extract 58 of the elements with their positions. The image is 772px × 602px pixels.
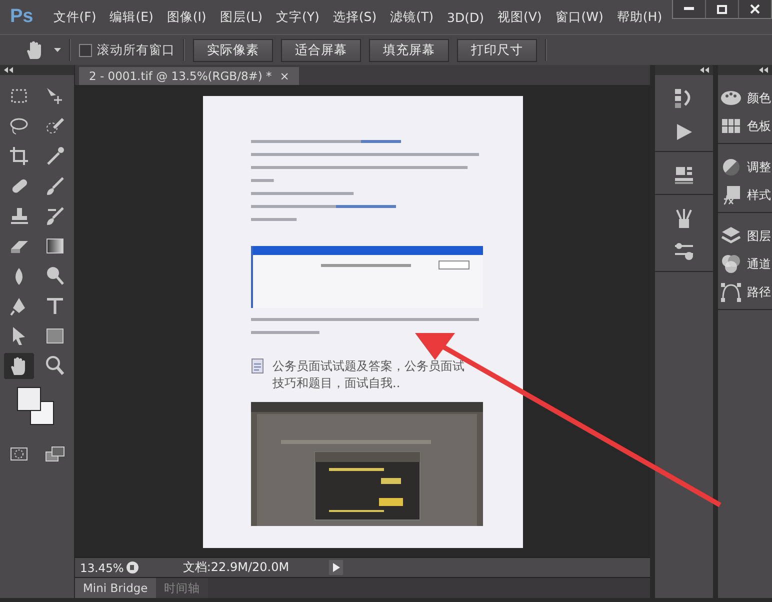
close-icon <box>750 4 760 14</box>
play-icon <box>332 563 340 572</box>
menu-item[interactable]: 图层(L) <box>220 6 263 28</box>
panel-button[interactable]: 颜色 <box>720 87 772 109</box>
app-logo: Ps <box>10 6 34 28</box>
panel-tab[interactable]: Mini Bridge <box>75 578 156 598</box>
zoom-icon <box>44 355 66 377</box>
menu-item[interactable]: 帮助(H) <box>616 6 662 28</box>
panel-button[interactable]: 调整 <box>720 156 772 178</box>
document-icon <box>250 358 264 374</box>
collapse-icon[interactable] <box>759 67 768 73</box>
paths-icon <box>720 281 742 303</box>
status-menu-button[interactable] <box>329 560 343 575</box>
history-brush-icon <box>44 205 66 227</box>
document-size-info: 文档:22.9M/20.0M <box>182 559 290 576</box>
adjustments-icon <box>720 156 742 178</box>
collapse-icon[interactable] <box>4 67 13 73</box>
menu-item[interactable]: 文件(F) <box>53 6 96 28</box>
option-button[interactable]: 适合屏幕 <box>281 38 361 62</box>
brush-icon <box>44 175 66 197</box>
channels-icon <box>720 253 742 275</box>
tool-button[interactable] <box>4 353 34 379</box>
zoom-level: 13.45% <box>79 560 125 574</box>
document-tab[interactable]: 2 - 0001.tif @ 13.5%(RGB/8#) * × <box>79 67 300 85</box>
checkbox-label: 滚动所有窗口 <box>97 42 175 58</box>
option-button[interactable]: 打印尺寸 <box>457 38 537 62</box>
menu-item[interactable]: 窗口(W) <box>555 6 604 28</box>
maximize-icon <box>717 4 727 14</box>
status-icon[interactable] <box>126 561 139 574</box>
checkbox[interactable] <box>79 44 92 56</box>
panel-button[interactable]: 图层 <box>720 225 772 247</box>
quick-mask-icon <box>10 447 28 461</box>
panel-button[interactable]: 色板 <box>720 115 772 137</box>
menu-item[interactable]: 滤镜(T) <box>390 6 434 28</box>
stamp-icon <box>8 205 30 227</box>
article-heading: 公务员面试试题及答案，公务员面试技巧和题目，面试自我.. <box>272 358 466 392</box>
caret-icon[interactable] <box>54 48 61 52</box>
properties-icon[interactable] <box>673 164 695 186</box>
panel-button[interactable]: 路径 <box>720 281 772 303</box>
panel-button[interactable]: 样式 <box>720 184 772 206</box>
menu-item[interactable]: 3D(D) <box>447 8 484 26</box>
brush-presets-icon[interactable] <box>673 207 695 229</box>
menu-item[interactable]: 编辑(E) <box>110 6 154 28</box>
panel-button[interactable]: 通道 <box>720 253 772 275</box>
crop-icon <box>8 145 30 167</box>
menu-item[interactable]: 图像(I) <box>166 6 206 28</box>
collapse-icon[interactable] <box>700 67 709 73</box>
adjust-sliders-icon[interactable] <box>673 241 695 263</box>
minimize-icon <box>684 7 694 11</box>
option-button[interactable]: 填充屏幕 <box>369 38 449 62</box>
screen-mode-icon <box>45 446 65 462</box>
dodge-icon <box>44 265 66 287</box>
menu-item[interactable]: 选择(S) <box>332 6 377 28</box>
menu-item[interactable]: 视图(V) <box>497 6 542 28</box>
menu-item[interactable]: 文字(Y) <box>276 6 320 28</box>
color-swatches[interactable] <box>15 387 54 425</box>
type-icon <box>44 295 66 317</box>
option-button[interactable]: 实际像素 <box>193 38 273 62</box>
